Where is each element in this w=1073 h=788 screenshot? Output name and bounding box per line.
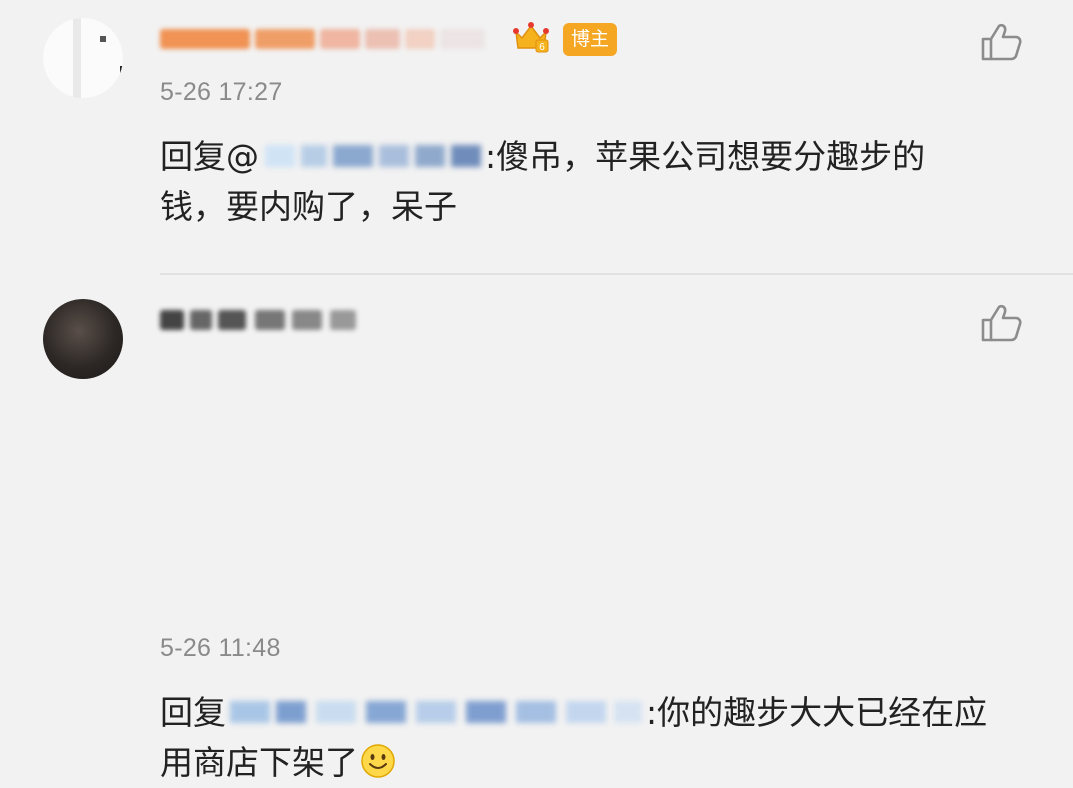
thumbs-up-icon[interactable] — [980, 303, 1022, 343]
mention-blurred[interactable] — [259, 141, 485, 171]
avatar[interactable] — [43, 299, 123, 379]
comment-item: 6 博主 5-26 17:27 回复@ :傻吊，苹果公司想要分趣步的 钱，要内购… — [0, 0, 1073, 273]
comment-item: 5-26 11:48 回复 :你的趣步大大已经在应 用商店下架了 — [0, 275, 1073, 782]
comment-text-line2: 钱，要内购了，呆子 — [160, 187, 457, 226]
comment-text-line1: :傻吊，苹果公司想要分趣步的 — [485, 137, 926, 176]
avatar[interactable] — [43, 18, 123, 98]
comment-text-line2: 用商店下架了 — [160, 743, 358, 782]
reply-prefix: 回复@ — [160, 137, 259, 176]
thumbs-up-icon[interactable] — [980, 22, 1022, 62]
username-blurred[interactable] — [160, 25, 490, 53]
username-blurred[interactable] — [160, 306, 360, 334]
blogger-badge: 博主 — [563, 23, 618, 56]
svg-text:6: 6 — [539, 42, 545, 53]
comment-text: 回复@ :傻吊，苹果公司想要分趣步的 钱，要内购了，呆子 — [160, 132, 1040, 232]
comment-text-line1: :你的趣步大大已经在应 — [646, 693, 988, 732]
smiley-icon — [361, 743, 395, 778]
crown-icon: 6 — [513, 22, 549, 53]
comment-text: 回复 :你的趣步大大已经在应 用商店下架了 — [160, 688, 1040, 788]
comment-timestamp: 5-26 11:48 — [160, 634, 281, 662]
mention-blurred[interactable] — [226, 697, 646, 727]
comment-timestamp: 5-26 17:27 — [160, 78, 283, 106]
reply-prefix: 回复 — [160, 693, 226, 732]
